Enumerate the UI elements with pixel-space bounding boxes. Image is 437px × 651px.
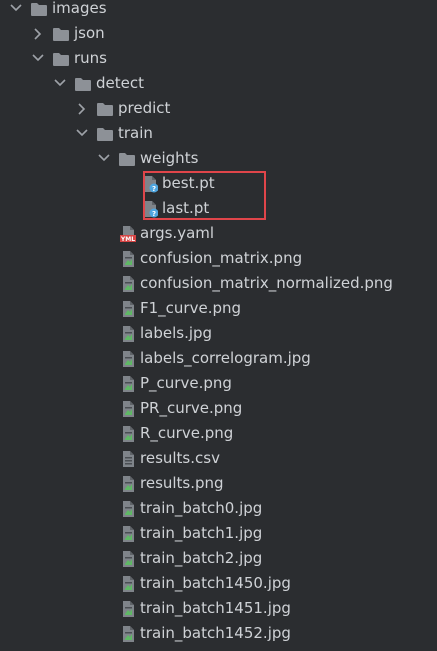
unknown-file-icon: ? xyxy=(142,175,160,193)
tree-row-args-yaml[interactable]: YML args.yaml xyxy=(0,221,437,246)
folder-icon xyxy=(52,50,70,67)
project-tree-window: { "tree": [ {"label": "images", "depth":… xyxy=(0,0,437,648)
tree-row-last-pt[interactable]: ? last.pt xyxy=(0,196,437,221)
image-file-icon xyxy=(120,500,138,517)
chevron-down-icon[interactable] xyxy=(30,46,46,71)
tree-item-label: runs xyxy=(74,49,107,67)
tree-row-detect[interactable]: detect xyxy=(0,71,437,96)
yaml-file-icon: YML xyxy=(120,225,138,243)
tree-item-label: train_batch2.jpg xyxy=(140,549,263,567)
tree-item-label: json xyxy=(74,24,105,42)
image-file-icon xyxy=(120,475,138,492)
tree-item-label: PR_curve.png xyxy=(140,399,243,417)
tree-item-label: best.pt xyxy=(162,174,215,192)
tree-row-train-batch1-jpg[interactable]: train_batch1.jpg xyxy=(0,521,437,546)
tree-item-label: predict xyxy=(118,99,171,117)
chevron-down-icon[interactable] xyxy=(8,0,24,21)
tree-row-results-png[interactable]: results.png xyxy=(0,471,437,496)
tree-row-train-batch1450-jpg[interactable]: train_batch1450.jpg xyxy=(0,571,437,596)
tree-row-labels-jpg[interactable]: labels.jpg xyxy=(0,321,437,346)
image-file-icon xyxy=(120,525,138,542)
tree-row-labels-correlogram-jpg[interactable]: labels_correlogram.jpg xyxy=(0,346,437,371)
tree-row-json[interactable]: json xyxy=(0,21,437,46)
tree-row-f1-curve-png[interactable]: F1_curve.png xyxy=(0,296,437,321)
svg-text:YML: YML xyxy=(120,236,135,243)
image-file-icon xyxy=(120,625,138,642)
image-file-icon xyxy=(120,325,138,342)
folder-icon xyxy=(52,25,70,42)
folder-icon xyxy=(74,75,92,92)
tree-row-results-csv[interactable]: results.csv xyxy=(0,446,437,471)
tree-row-weights[interactable]: weights xyxy=(0,146,437,171)
image-file-icon xyxy=(120,350,138,367)
tree-item-label: train_batch1450.jpg xyxy=(140,574,291,592)
tree-item-label: P_curve.png xyxy=(140,374,232,392)
chevron-right-icon[interactable] xyxy=(30,21,46,46)
image-file-icon xyxy=(120,400,138,417)
tree-item-label: labels_correlogram.jpg xyxy=(140,349,311,367)
chevron-down-icon[interactable] xyxy=(52,71,68,96)
tree-row-train[interactable]: train xyxy=(0,121,437,146)
tree-item-label: labels.jpg xyxy=(140,324,213,342)
text-file-icon xyxy=(120,450,138,467)
svg-text:?: ? xyxy=(152,185,156,193)
tree-item-label: F1_curve.png xyxy=(140,299,242,317)
project-tree: images json runs detect predict train weights?… xyxy=(0,0,437,646)
tree-row-train-batch2-jpg[interactable]: train_batch2.jpg xyxy=(0,546,437,571)
tree-row-confusion-matrix-png[interactable]: confusion_matrix.png xyxy=(0,246,437,271)
chevron-down-icon[interactable] xyxy=(74,121,90,146)
svg-text:?: ? xyxy=(152,210,156,218)
tree-item-label: R_curve.png xyxy=(140,424,234,442)
tree-row-runs[interactable]: runs xyxy=(0,46,437,71)
tree-row-pr-curve-png[interactable]: PR_curve.png xyxy=(0,396,437,421)
folder-icon xyxy=(96,125,114,142)
chevron-right-icon[interactable] xyxy=(74,96,90,121)
tree-row-train-batch1452-jpg[interactable]: train_batch1452.jpg xyxy=(0,621,437,646)
image-file-icon xyxy=(120,250,138,267)
image-file-icon xyxy=(120,600,138,617)
tree-item-label: last.pt xyxy=(162,199,210,217)
tree-item-label: results.png xyxy=(140,474,224,492)
tree-item-label: detect xyxy=(96,74,144,92)
tree-row-train-batch1451-jpg[interactable]: train_batch1451.jpg xyxy=(0,596,437,621)
tree-item-label: train_batch1451.jpg xyxy=(140,599,291,617)
tree-row-best-pt[interactable]: ? best.pt xyxy=(0,171,437,196)
tree-row-r-curve-png[interactable]: R_curve.png xyxy=(0,421,437,446)
tree-row-train-batch0-jpg[interactable]: train_batch0.jpg xyxy=(0,496,437,521)
image-file-icon xyxy=(120,300,138,317)
tree-item-label: args.yaml xyxy=(140,224,215,242)
image-file-icon xyxy=(120,375,138,392)
tree-row-predict[interactable]: predict xyxy=(0,96,437,121)
tree-item-label: train_batch1452.jpg xyxy=(140,624,291,642)
tree-item-label: weights xyxy=(140,149,199,167)
tree-row-p-curve-png[interactable]: P_curve.png xyxy=(0,371,437,396)
image-file-icon xyxy=(120,275,138,292)
tree-item-label: results.csv xyxy=(140,449,220,467)
chevron-down-icon[interactable] xyxy=(96,146,112,171)
image-file-icon xyxy=(120,550,138,567)
image-file-icon xyxy=(120,425,138,442)
folder-icon xyxy=(96,100,114,117)
tree-item-label: train_batch0.jpg xyxy=(140,499,263,517)
tree-item-label: images xyxy=(52,0,107,17)
tree-item-label: confusion_matrix_normalized.png xyxy=(140,274,393,292)
tree-item-label: train_batch1.jpg xyxy=(140,524,263,542)
tree-row-images[interactable]: images xyxy=(0,0,437,21)
tree-item-label: confusion_matrix.png xyxy=(140,249,303,267)
tree-row-confusion-matrix-normalized-png[interactable]: confusion_matrix_normalized.png xyxy=(0,271,437,296)
folder-icon xyxy=(118,150,136,167)
unknown-file-icon: ? xyxy=(142,200,160,218)
image-file-icon xyxy=(120,575,138,592)
folder-icon xyxy=(30,0,48,17)
tree-item-label: train xyxy=(118,124,153,142)
